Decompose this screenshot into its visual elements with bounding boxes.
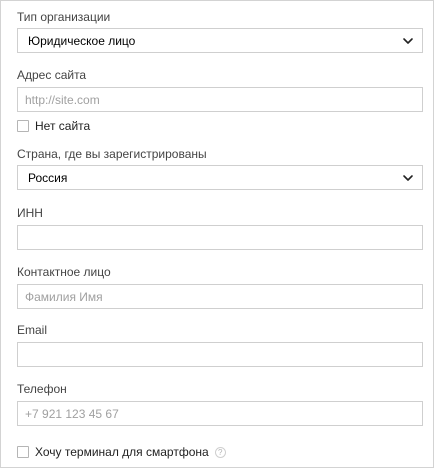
question-circle-icon[interactable]: ?: [214, 446, 226, 458]
website-label: Адрес сайта: [17, 68, 87, 82]
smartphone-terminal-checkbox[interactable]: [17, 446, 29, 458]
org-type-select[interactable]: Юридическое лицо: [17, 28, 423, 53]
smartphone-terminal-label: Хочу терминал для смартфона: [35, 445, 209, 459]
phone-label: Телефон: [17, 382, 67, 396]
country-label: Страна, где вы зарегистрированы: [17, 147, 207, 161]
no-website-checkbox[interactable]: [17, 120, 29, 132]
inn-input[interactable]: [17, 225, 423, 250]
org-type-label: Тип организации: [17, 10, 111, 24]
org-type-value: Юридическое лицо: [28, 33, 136, 48]
email-input[interactable]: [17, 342, 423, 367]
contact-label: Контактное лицо: [17, 265, 111, 279]
organization-form: Тип организации Юридическое лицо Адрес с…: [0, 0, 434, 468]
chevron-down-icon: [403, 174, 413, 181]
smartphone-terminal-row[interactable]: Хочу терминал для смартфона ?: [17, 445, 226, 459]
country-select[interactable]: Россия: [17, 165, 423, 190]
no-website-row[interactable]: Нет сайта: [17, 119, 90, 133]
contact-input[interactable]: [17, 284, 423, 309]
country-value: Россия: [28, 170, 68, 185]
inn-label: ИНН: [17, 206, 43, 220]
email-label: Email: [17, 323, 48, 337]
phone-input[interactable]: [17, 401, 423, 426]
no-website-label: Нет сайта: [35, 119, 91, 133]
chevron-down-icon: [403, 37, 413, 44]
website-input[interactable]: [17, 87, 423, 112]
